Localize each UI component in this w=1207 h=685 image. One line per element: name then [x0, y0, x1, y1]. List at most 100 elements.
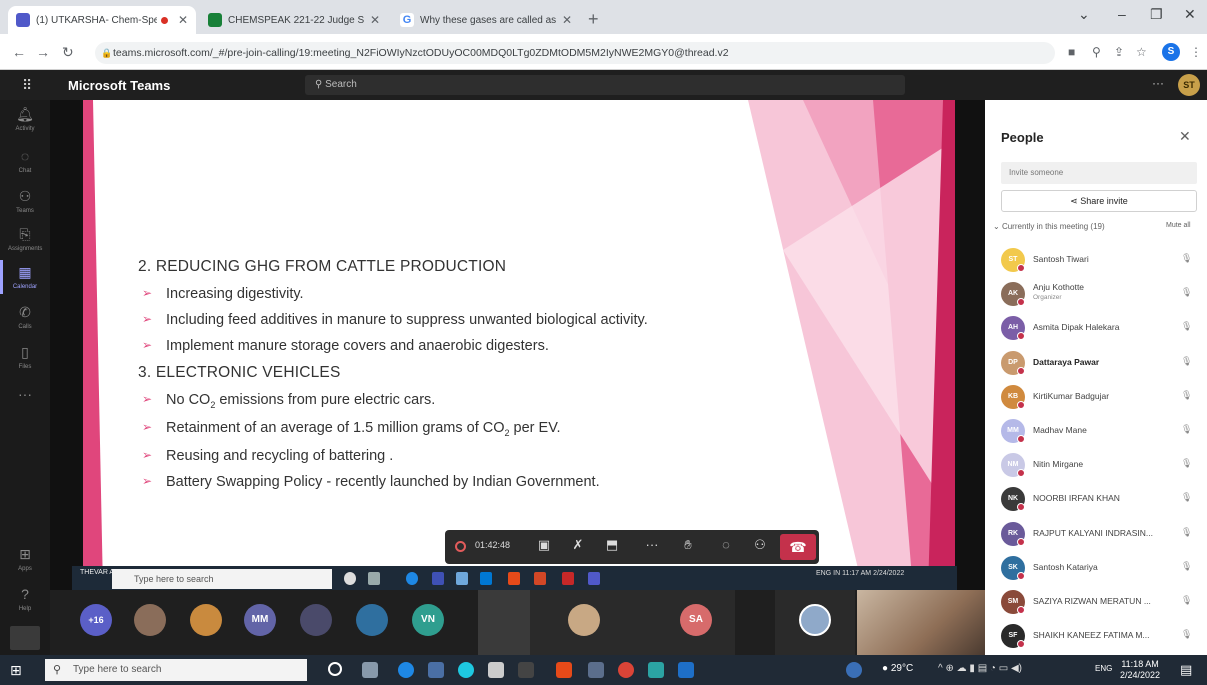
- new-tab-icon[interactable]: +: [588, 9, 599, 30]
- mute-all-link[interactable]: Mute all: [1166, 222, 1191, 229]
- participant-row[interactable]: SF SHAIKH KANEEZ FATIMA M... 🎙︎: [1001, 620, 1199, 654]
- rail-item-more[interactable]: ···: [8, 386, 42, 426]
- share-screen-icon[interactable]: ⬒: [601, 537, 623, 553]
- participant-row[interactable]: SK Santosh Katariya 🎙︎: [1001, 552, 1199, 586]
- rail-item-calendar[interactable]: ▦ Calendar: [8, 264, 42, 304]
- raise-hand-icon[interactable]: ✋︎: [677, 537, 699, 553]
- invite-input[interactable]: Invite someone: [1001, 162, 1197, 184]
- mic-off-icon[interactable]: ✗: [567, 537, 589, 553]
- dropbox-icon[interactable]: [488, 662, 504, 678]
- participants-icon[interactable]: ⚇: [749, 537, 771, 553]
- participant-photo[interactable]: [300, 604, 332, 636]
- close-icon[interactable]: ✕: [1179, 128, 1191, 145]
- camera-off-icon[interactable]: ▣: [533, 537, 555, 553]
- rail-item-activity[interactable]: 🔔︎ Activity: [8, 106, 42, 146]
- rail-item-files[interactable]: ▯ Files: [8, 344, 42, 384]
- address-bar[interactable]: 🔒 teams.microsoft.com/_#/pre-join-callin…: [95, 42, 1055, 64]
- chat-icon[interactable]: ◌: [715, 537, 737, 552]
- slide-bullet: ➢ Battery Swapping Policy - recently laun…: [138, 474, 778, 490]
- presence-dot: [1017, 264, 1025, 272]
- app-icon[interactable]: [458, 662, 474, 678]
- taskbar-clock[interactable]: 11:18 AM 2/24/2022: [1120, 659, 1160, 681]
- participant-name: Madhav Mane: [1033, 425, 1087, 435]
- rail-item-apps[interactable]: ⊞ Apps: [8, 546, 42, 586]
- user-avatar[interactable]: ST: [1178, 74, 1200, 96]
- rail-item-calls[interactable]: ✆ Calls: [8, 304, 42, 344]
- download-apps-button[interactable]: [10, 626, 40, 650]
- windows-taskbar: ⊞ ⚲ Type here to search ● 29°C ^ ⊕ ☁ ▮ ▤…: [0, 655, 1207, 685]
- app-launcher-icon[interactable]: ⠿: [22, 77, 32, 94]
- edge-icon[interactable]: [398, 662, 414, 678]
- back-icon[interactable]: ←: [12, 44, 26, 60]
- app-icon[interactable]: [648, 662, 664, 678]
- participants-section-header[interactable]: ⌄ Currently in this meeting (19): [993, 222, 1105, 231]
- participant-row[interactable]: AK Anju Kothotte Organizer 🎙︎: [1001, 278, 1199, 312]
- participant-video[interactable]: [857, 590, 985, 655]
- app-icon[interactable]: [428, 662, 444, 678]
- search-input[interactable]: ⚲ Search: [305, 75, 905, 95]
- participant-row[interactable]: NK NOORBI IRFAN KHAN 🎙︎: [1001, 483, 1199, 517]
- overflow-participants-button[interactable]: +16: [80, 604, 112, 636]
- minimize-icon[interactable]: –: [1118, 6, 1126, 22]
- share-invite-button[interactable]: ⋖ Share invite: [1001, 190, 1197, 212]
- close-icon[interactable]: ✕: [370, 13, 380, 27]
- participant-row[interactable]: DP Dattaraya Pawar 🎙︎: [1001, 347, 1199, 381]
- participant-avatar[interactable]: MM: [244, 604, 276, 636]
- mic-muted-icon: 🎙︎: [1181, 389, 1193, 400]
- self-avatar: [799, 604, 831, 636]
- rail-item-help[interactable]: ? Help: [8, 586, 42, 626]
- participant-row[interactable]: SM SAZIYA RIZWAN MERATUN ... 🎙︎: [1001, 586, 1199, 620]
- cortana-icon[interactable]: [328, 662, 342, 676]
- participant-name: SHAIKH KANEEZ FATIMA M...: [1033, 630, 1150, 641]
- participant-row[interactable]: AH Asmita Dipak Halekara 🎙︎: [1001, 312, 1199, 346]
- weather-widget[interactable]: ● 29°C: [882, 663, 913, 674]
- profile-avatar[interactable]: S: [1162, 43, 1180, 61]
- notifications-icon[interactable]: ▤: [1180, 662, 1192, 678]
- browser-tab-sheets[interactable]: CHEMSPEAK 221-22 Judge Score ✕: [200, 6, 388, 34]
- office-icon[interactable]: [556, 662, 572, 678]
- bookmark-star-icon[interactable]: ☆: [1136, 45, 1147, 59]
- app-icon: [432, 572, 444, 585]
- hang-up-button[interactable]: ☎︎: [780, 534, 816, 560]
- participant-tile[interactable]: SA: [530, 590, 735, 655]
- system-tray[interactable]: ^ ⊕ ☁ ▮ ▤ ◔ ▭ ◀): [938, 663, 1022, 674]
- app-icon[interactable]: [588, 662, 604, 678]
- rail-item-teams[interactable]: ⚇ Teams: [8, 188, 42, 228]
- app-icon[interactable]: [518, 662, 534, 678]
- chevron-down-icon[interactable]: ⌄: [1078, 6, 1090, 23]
- more-actions-icon[interactable]: ···: [641, 537, 663, 552]
- reload-icon[interactable]: ↻: [62, 44, 74, 61]
- taskbar-search-input[interactable]: ⚲ Type here to search: [45, 659, 307, 681]
- camera-indicator-icon[interactable]: ■: [1068, 45, 1075, 59]
- app-icon[interactable]: [846, 662, 862, 678]
- participant-row[interactable]: MM Madhav Mane 🎙︎: [1001, 415, 1199, 449]
- close-window-icon[interactable]: ✕: [1184, 6, 1196, 23]
- close-icon[interactable]: ✕: [178, 13, 188, 27]
- more-options-icon[interactable]: ···: [1152, 76, 1164, 90]
- rail-item-chat[interactable]: ◌ Chat: [8, 148, 42, 188]
- participant-row[interactable]: KB KirtiKumar Badgujar 🎙︎: [1001, 381, 1199, 415]
- close-icon[interactable]: ✕: [562, 13, 572, 27]
- participant-row[interactable]: RK RAJPUT KALYANI INDRASIN... 🎙︎: [1001, 518, 1199, 552]
- participant-avatar[interactable]: VN: [412, 604, 444, 636]
- forward-icon[interactable]: →: [36, 44, 50, 60]
- zoom-icon[interactable]: ⚲: [1092, 45, 1101, 59]
- browser-tab-teams[interactable]: (1) UTKARSHA- Chem-Speak ✕: [8, 6, 196, 34]
- maximize-icon[interactable]: ❐: [1150, 6, 1163, 23]
- self-tile[interactable]: [775, 590, 855, 655]
- participant-photo[interactable]: [190, 604, 222, 636]
- browser-tab-google[interactable]: G Why these gases are called as gr ✕: [392, 6, 580, 34]
- participant-row[interactable]: ST Santosh Tiwari 🎙︎: [1001, 244, 1199, 278]
- share-icon[interactable]: ⇪: [1114, 45, 1124, 59]
- participant-video[interactable]: [478, 590, 530, 655]
- rail-item-assignments[interactable]: ⎘ Assignments: [8, 226, 42, 266]
- participant-row[interactable]: NM Nitin Mirgane 🎙︎: [1001, 449, 1199, 483]
- windows-start-icon[interactable]: ⊞: [10, 662, 22, 679]
- chrome-icon[interactable]: [618, 662, 634, 678]
- participant-photo[interactable]: [356, 604, 388, 636]
- task-view-icon[interactable]: [362, 662, 378, 678]
- chrome-menu-icon[interactable]: ⋮: [1190, 45, 1202, 59]
- participant-photo[interactable]: [134, 604, 166, 636]
- input-language[interactable]: ENG: [1095, 664, 1112, 673]
- app-icon[interactable]: [678, 662, 694, 678]
